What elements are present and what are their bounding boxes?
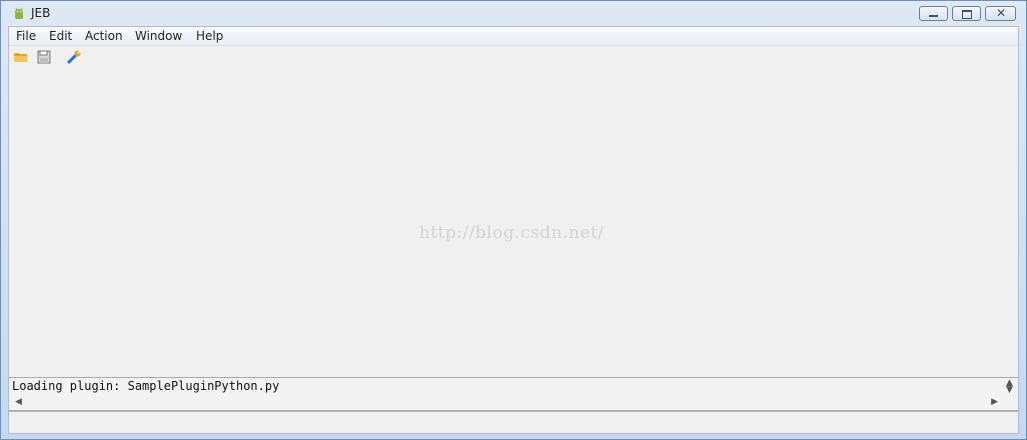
- window-title: JEB: [31, 6, 51, 20]
- scroll-left-icon[interactable]: ◀: [15, 397, 22, 407]
- console-output: Loading plugin: SamplePluginPython.py: [12, 379, 280, 393]
- menu-bar: File Edit Action Window Help: [9, 27, 1018, 46]
- close-button[interactable]: ✕: [985, 6, 1016, 21]
- maximize-icon: [962, 10, 972, 19]
- maximize-button[interactable]: [952, 6, 981, 21]
- title-bar[interactable]: JEB ✕: [1, 1, 1026, 25]
- console-horizontal-scrollbar[interactable]: ◀ ▶: [9, 396, 1018, 410]
- menu-file[interactable]: File: [16, 29, 36, 43]
- main-client-area: File Edit Action Window Help http://blog…: [8, 26, 1019, 434]
- menu-edit[interactable]: Edit: [49, 29, 72, 43]
- menu-window[interactable]: Window: [135, 29, 182, 43]
- toolbar: [9, 46, 1018, 68]
- scroll-right-icon[interactable]: ▶: [991, 397, 998, 407]
- app-window: JEB ✕ File Edit Action Window Help http:…: [0, 0, 1027, 440]
- menu-action[interactable]: Action: [85, 29, 123, 43]
- watermark-text: http://blog.csdn.net/: [419, 223, 605, 243]
- status-bar: [9, 411, 1018, 433]
- menu-help[interactable]: Help: [196, 29, 223, 43]
- save-icon[interactable]: [36, 49, 52, 65]
- window-controls: ✕: [919, 6, 1016, 21]
- console-vertical-scrollbar[interactable]: ▲ ▼: [1004, 378, 1016, 395]
- folder-open-icon[interactable]: [13, 49, 29, 65]
- close-icon: ✕: [996, 6, 1007, 20]
- minimize-button[interactable]: [919, 6, 948, 21]
- wrench-icon[interactable]: [66, 49, 82, 65]
- android-app-icon: [11, 6, 27, 22]
- minimize-icon: [929, 15, 938, 17]
- console-panel[interactable]: Loading plugin: SamplePluginPython.py ▲ …: [9, 377, 1018, 411]
- scroll-down-icon[interactable]: ▼: [1006, 385, 1013, 395]
